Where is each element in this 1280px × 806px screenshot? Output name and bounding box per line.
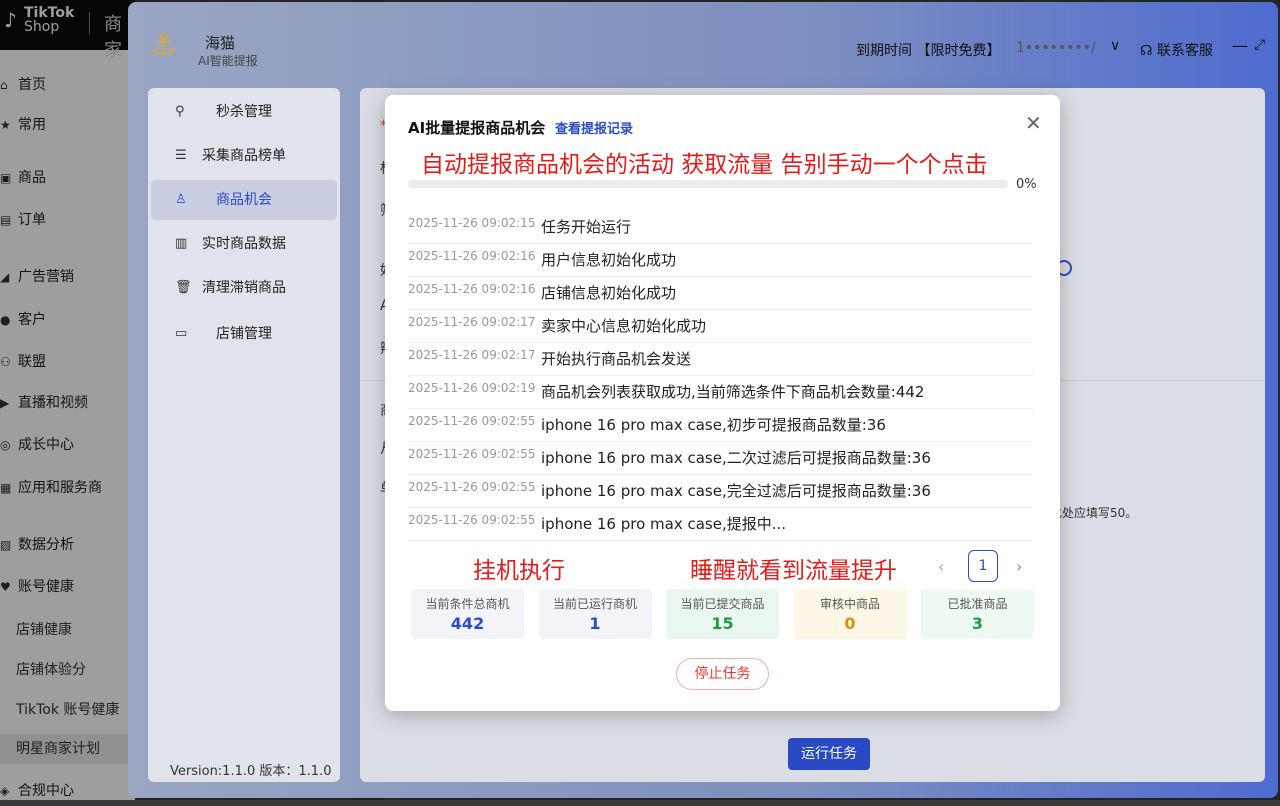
stat-value: 442: [450, 614, 485, 633]
log-row: 2025-11-26 09:02:17 开始执行商品机会发送: [408, 343, 1033, 376]
menu-item-label: 实时商品数据: [202, 236, 286, 252]
log-timestamp: 2025-11-26 09:02:15: [408, 216, 536, 230]
modal-title: AI批量提报商品机会: [408, 119, 546, 137]
log-message: 店铺信息初始化成功: [541, 284, 677, 302]
stop-task-button[interactable]: 停止任务: [676, 658, 769, 690]
task-log: 2025-11-26 09:02:15 任务开始运行 2025-11-26 09:0…: [408, 211, 1033, 541]
slogan-right: 睡醒就看到流量提升: [690, 558, 897, 584]
view-history-link[interactable]: 查看提报记录: [555, 118, 633, 137]
log-timestamp: 2025-11-26 09:02:17: [408, 315, 536, 329]
log-message: iphone 16 pro max case,二次过滤后可提报商品数量:36: [541, 449, 931, 467]
app-subtitle: AI智能提报: [198, 54, 258, 68]
form-hint: 此处应填写50。: [1050, 506, 1138, 520]
stat-value: 3: [971, 614, 984, 633]
log-timestamp: 2025-11-26 09:02:16: [408, 282, 536, 296]
log-row: 2025-11-26 09:02:55 iphone 16 pro max cas…: [408, 442, 1033, 475]
stat-card: 当前已提交商品 15: [666, 589, 779, 639]
menu-item-label: 采集商品榜单: [202, 148, 286, 164]
progress-bar: [408, 180, 1008, 188]
log-row: 2025-11-26 09:02:19 商品机会列表获取成功,当前筛选条件下商品机…: [408, 376, 1033, 409]
log-message: 卖家中心信息初始化成功: [541, 317, 707, 335]
log-row: 2025-11-26 09:02:55 iphone 16 pro max cas…: [408, 409, 1033, 442]
log-message: 商品机会列表获取成功,当前筛选条件下商品机会数量:442: [541, 383, 925, 401]
batch-submit-modal: AI批量提报商品机会 查看提报记录 ✕ 自动提报商品机会的活动 获取流量 告别手…: [385, 95, 1060, 711]
log-timestamp: 2025-11-26 09:02:19: [408, 381, 536, 395]
menu-item[interactable]: 🗑 清理滞销商品: [151, 268, 337, 308]
stat-card: 已批准商品 3: [921, 589, 1034, 639]
stat-label: 已批准商品: [947, 597, 1008, 611]
log-message: 开始执行商品机会发送: [541, 350, 692, 368]
stat-label: 当前条件总商机: [425, 597, 510, 611]
log-row: 2025-11-26 09:02:16 店铺信息初始化成功: [408, 277, 1033, 310]
log-timestamp: 2025-11-26 09:02:16: [408, 249, 536, 263]
next-page-icon[interactable]: ›: [1016, 557, 1022, 576]
contact-support-button[interactable]: ☊ 联系客服: [1140, 40, 1213, 60]
stat-card: 当前条件总商机 442: [411, 589, 524, 639]
stat-value: 0: [844, 614, 856, 633]
log-row: 2025-11-26 09:02:17 卖家中心信息初始化成功: [408, 310, 1033, 343]
log-row: 2025-11-26 09:02:55 iphone 16 pro max cas…: [408, 475, 1033, 508]
log-timestamp: 2025-11-26 09:02:55: [408, 447, 536, 461]
stat-label: 当前已提交商品: [680, 597, 765, 611]
maximize-icon[interactable]: ⤢: [1254, 37, 1265, 53]
menu-item[interactable]: ♙ 商品机会: [151, 180, 337, 220]
version-label: Version:1.1.0 版本：1.1.0: [170, 764, 332, 779]
headset-icon: ☊: [1140, 43, 1157, 59]
log-timestamp: 2025-11-26 09:02:55: [408, 480, 536, 494]
contact-label: 联系客服: [1156, 43, 1213, 59]
expire-label: 到期时间 【限时免费】: [856, 43, 1001, 59]
run-task-button[interactable]: 运行任务: [788, 738, 870, 770]
log-row: 2025-11-26 09:02:16 用户信息初始化成功: [408, 244, 1033, 277]
stat-card: 审核中商品 0: [793, 589, 907, 639]
log-message: iphone 16 pro max case,提报中...: [541, 515, 787, 533]
minimize-icon[interactable]: —: [1232, 36, 1248, 55]
close-icon[interactable]: ✕: [1025, 111, 1042, 135]
prev-page-icon[interactable]: ‹: [938, 557, 944, 576]
menu-item-label: 清理滞销商品: [202, 280, 286, 296]
log-row: 2025-11-26 09:02:55 iphone 16 pro max cas…: [408, 508, 1033, 541]
stat-label: 审核中商品: [819, 597, 880, 611]
log-timestamp: 2025-11-26 09:02:55: [408, 513, 536, 527]
log-timestamp: 2025-11-26 09:02:17: [408, 348, 536, 362]
stat-label: 当前已运行商机: [552, 597, 637, 611]
current-page-button[interactable]: 1: [968, 550, 998, 582]
app-header: ⚓ 海猫 AI智能提报 到期时间 【限时免费】 1••••••••/ ∨ ☊ 联…: [128, 2, 1278, 82]
chevron-down-icon[interactable]: ∨: [1110, 38, 1120, 54]
menu-item[interactable]: ▥ 实时商品数据: [151, 224, 337, 264]
menu-item-label: 商品机会: [216, 192, 272, 208]
progress-percent: 0%: [1016, 177, 1037, 192]
log-row: 2025-11-26 09:02:15 任务开始运行: [408, 211, 1033, 244]
promo-banner: 自动提报商品机会的活动 获取流量 告别手动一个个点击: [421, 152, 988, 178]
stat-card: 当前已运行商机 1: [538, 589, 652, 639]
app-name: 海猫: [205, 34, 236, 52]
log-message: 任务开始运行: [541, 218, 632, 236]
menu-item[interactable]: ⚲ 秒杀管理: [151, 92, 337, 132]
user-id[interactable]: 1••••••••/: [1016, 40, 1096, 56]
log-timestamp: 2025-11-26 09:02:55: [408, 414, 536, 428]
left-menu: ⚲ 秒杀管理 ☰ 采集商品榜单 ♙ 商品机会 ▥ 实时商品数据 🗑 清理滞销商品 ▭ 店铺管理 Ver…: [148, 88, 340, 782]
stat-value: 15: [711, 614, 734, 633]
menu-item[interactable]: ▭ 店铺管理: [151, 314, 337, 354]
menu-item-label: 秒杀管理: [216, 104, 272, 120]
log-message: iphone 16 pro max case,初步可提报商品数量:36: [541, 416, 886, 434]
menu-item[interactable]: ☰ 采集商品榜单: [151, 136, 337, 176]
slogan-left: 挂机执行: [473, 558, 565, 584]
log-message: iphone 16 pro max case,完全过滤后可提报商品数量:36: [541, 482, 931, 500]
menu-item-label: 店铺管理: [216, 326, 272, 342]
anchor-icon: ⚓: [150, 28, 177, 63]
log-message: 用户信息初始化成功: [541, 251, 677, 269]
stat-value: 1: [589, 614, 601, 633]
